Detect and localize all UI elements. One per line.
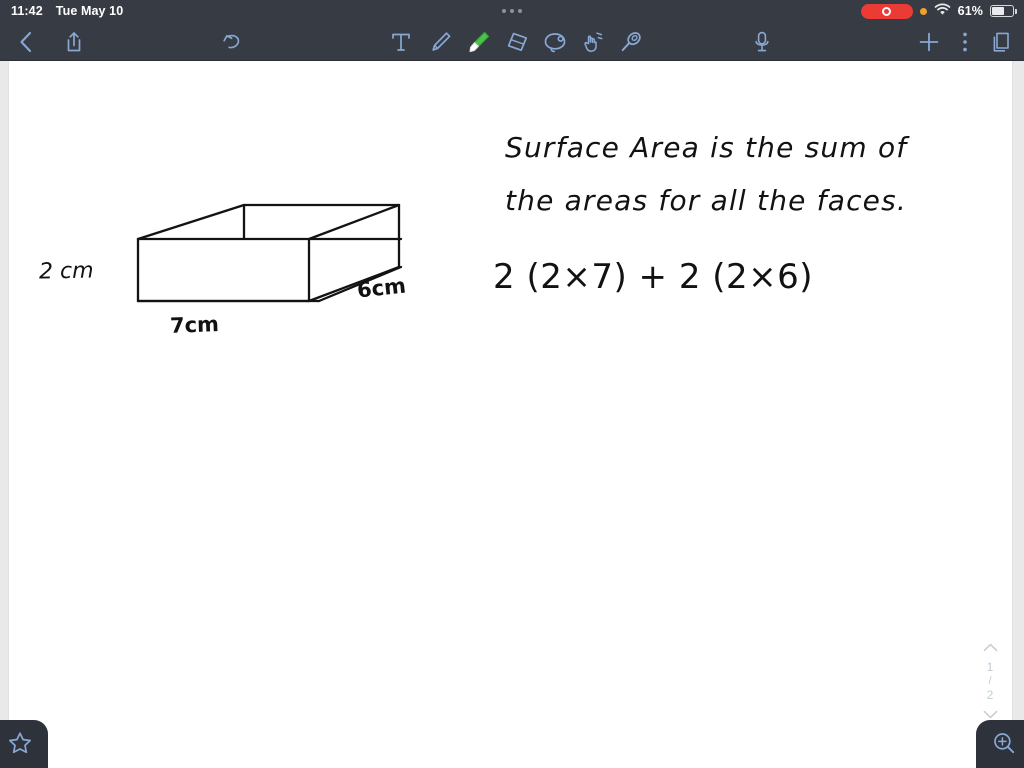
battery-icon	[990, 5, 1017, 17]
share-button[interactable]	[54, 22, 94, 61]
zoom-in-button[interactable]	[976, 720, 1024, 768]
multitask-handle-icon[interactable]	[502, 9, 522, 13]
current-page-label: 1	[986, 660, 994, 674]
hand-tool-button[interactable]	[574, 22, 612, 61]
length-label: 7cm	[169, 312, 220, 338]
depth-label: 6cm	[355, 273, 408, 303]
page-separator: /	[988, 675, 992, 687]
status-bar-center	[0, 9, 1024, 13]
back-chevron-icon	[18, 30, 34, 54]
pages-button[interactable]	[982, 22, 1020, 61]
microphone-icon	[753, 30, 771, 54]
eraser-tool-button[interactable]	[498, 22, 536, 61]
text-tool-icon	[389, 29, 413, 55]
hand-pointer-icon	[580, 29, 606, 55]
more-options-button[interactable]	[950, 22, 980, 61]
total-pages-label: 2	[986, 688, 994, 702]
heading-line-2: the areas for all the faces.	[505, 184, 907, 217]
pen-tool-button[interactable]	[422, 22, 460, 61]
shape-tool-button[interactable]	[612, 22, 650, 61]
canvas-area[interactable]: 2 cm 7cm 6cm Surface Area is the sum of …	[0, 61, 1024, 768]
share-icon	[64, 30, 84, 54]
favorite-button[interactable]	[0, 720, 48, 768]
lasso-tool-icon	[542, 29, 568, 55]
star-icon	[7, 730, 33, 761]
shape-tool-icon	[618, 29, 644, 55]
page-navigator[interactable]: 1 / 2	[976, 637, 1004, 726]
highlighter-tool-icon	[465, 28, 493, 56]
add-button[interactable]	[910, 22, 948, 61]
back-button[interactable]	[6, 22, 46, 61]
text-tool-button[interactable]	[382, 22, 420, 61]
undo-icon	[221, 31, 243, 53]
heading-line-1: Surface Area is the sum of	[505, 131, 908, 164]
page-up-button[interactable]	[983, 637, 998, 659]
undo-button[interactable]	[212, 22, 252, 61]
eraser-tool-icon	[504, 29, 531, 55]
note-page[interactable]: 2 cm 7cm 6cm Surface Area is the sum of …	[8, 61, 1013, 768]
zoom-in-icon	[991, 730, 1017, 761]
lasso-tool-button[interactable]	[536, 22, 574, 61]
more-options-icon	[962, 31, 968, 53]
pages-icon	[989, 30, 1013, 54]
app-toolbar	[0, 22, 1024, 61]
status-bar: 11:42 Tue May 10 61%	[0, 0, 1024, 22]
ink-layer	[136, 203, 403, 303]
microphone-button[interactable]	[742, 22, 782, 61]
app-root: 11:42 Tue May 10 61% 2 cm 7cm 6cm Surfac…	[0, 0, 1024, 768]
formula-line: 2 (2×7) + 2 (2×6)	[493, 257, 814, 297]
height-label: 2 cm	[38, 258, 94, 285]
pen-tool-icon	[428, 29, 454, 55]
highlighter-tool-button[interactable]	[460, 22, 498, 61]
plus-icon	[917, 30, 941, 54]
